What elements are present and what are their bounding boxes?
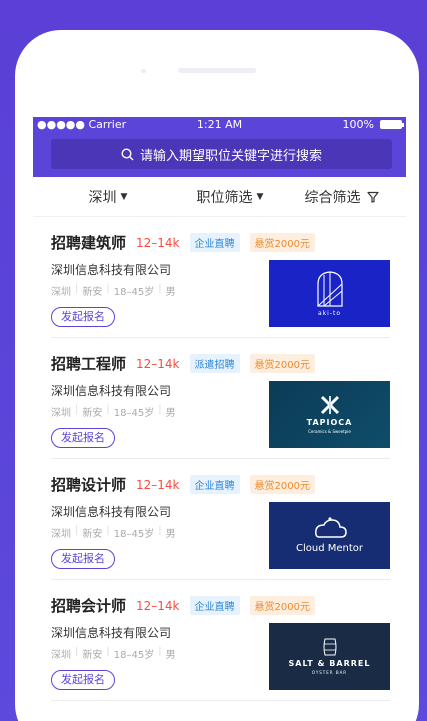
reward-tag: 悬赏2000元 xyxy=(249,354,315,373)
phone-sensor xyxy=(141,69,146,73)
city-filter[interactable]: 深圳 ▼ xyxy=(33,187,183,207)
meta-age: 18–45岁 xyxy=(113,408,155,419)
job-title: 招聘工程师 xyxy=(51,355,127,373)
reward-tag: 悬赏2000元 xyxy=(249,233,315,252)
meta-gender: 男 xyxy=(165,529,176,540)
overall-filter[interactable]: 综合筛选 xyxy=(277,187,406,207)
meta-city: 深圳 xyxy=(51,287,71,298)
logo-wordmark: Cloud Mentor xyxy=(295,543,363,554)
apply-button[interactable]: 发起报名 xyxy=(51,670,115,690)
caret-down-icon: ▼ xyxy=(120,191,128,202)
meta-gender: 男 xyxy=(165,408,176,419)
job-title-row: 招聘会计师 12–14k 企业直聘 悬赏2000元 xyxy=(51,595,315,616)
position-filter[interactable]: 职位筛选 ▼ xyxy=(183,187,277,207)
job-title: 招聘会计师 xyxy=(51,597,127,615)
salary: 12–14k xyxy=(136,477,180,492)
job-meta: 深圳 | 新安 | 18–45岁 | 男 xyxy=(51,404,176,419)
meta-gender: 男 xyxy=(165,650,176,661)
salary: 12–14k xyxy=(136,235,180,250)
job-title-row: 招聘工程师 12–14k 派遣招聘 悬赏2000元 xyxy=(51,353,315,374)
phone-speaker xyxy=(178,68,256,73)
apply-button[interactable]: 发起报名 xyxy=(51,549,115,569)
type-tag: 企业直聘 xyxy=(189,475,240,494)
funnel-icon xyxy=(366,191,379,203)
meta-city: 深圳 xyxy=(51,408,71,419)
job-title-row: 招聘建筑师 12–14k 企业直聘 悬赏2000元 xyxy=(51,232,315,253)
type-tag: 派遣招聘 xyxy=(189,354,240,373)
company-logo: aki-to xyxy=(269,260,390,327)
meta-district: 新安 xyxy=(82,287,103,298)
search-placeholder: 请输入期望职位关键字进行搜索 xyxy=(139,148,322,164)
search-bar: 请输入期望职位关键字进行搜索 xyxy=(33,132,406,177)
meta-age: 18–45岁 xyxy=(113,650,155,661)
overall-filter-label: 综合筛选 xyxy=(304,189,361,206)
status-bar: ●●●●● Carrier 1:21 AM 100% xyxy=(33,117,406,132)
company-name: 深圳信息科技有限公司 xyxy=(51,263,172,277)
job-meta: 深圳 | 新安 | 18–45岁 | 男 xyxy=(51,525,176,540)
caret-down-icon: ▼ xyxy=(256,191,264,202)
meta-district: 新安 xyxy=(82,650,103,661)
app-screen: ●●●●● Carrier 1:21 AM 100% 请输入期望职位关键字进行搜… xyxy=(33,117,406,721)
salary: 12–14k xyxy=(136,598,180,613)
battery-icon xyxy=(380,120,404,129)
company-name: 深圳信息科技有限公司 xyxy=(51,626,172,640)
company-logo: Cloud Mentor xyxy=(269,502,390,569)
cloud-icon xyxy=(314,517,347,538)
job-card[interactable]: 招聘工程师 12–14k 派遣招聘 悬赏2000元 深圳信息科技有限公司 深圳 |… xyxy=(51,338,390,459)
filter-bar: 深圳 ▼ 职位筛选 ▼ 综合筛选 xyxy=(33,177,406,217)
akito-logo-icon xyxy=(316,271,343,307)
search-input[interactable]: 请输入期望职位关键字进行搜索 xyxy=(51,139,392,169)
job-card[interactable]: 招聘会计师 12–14k 企业直聘 悬赏2000元 深圳信息科技有限公司 深圳 |… xyxy=(51,580,390,701)
logo-wordmark: TAPIOCA xyxy=(306,418,353,427)
logo-wordmark: SALT & BARREL xyxy=(288,659,371,668)
job-title-row: 招聘设计师 12–14k 企业直聘 悬赏2000元 xyxy=(51,474,315,495)
company-logo: SALT & BARREL OYSTER BAR xyxy=(269,623,390,690)
type-tag: 企业直聘 xyxy=(189,596,240,615)
job-meta: 深圳 | 新安 | 18–45岁 | 男 xyxy=(51,646,176,661)
battery-percent: 100% xyxy=(342,118,374,131)
meta-age: 18–45岁 xyxy=(113,287,155,298)
tapioca-logo-icon xyxy=(320,395,339,415)
barrel-icon xyxy=(323,638,336,656)
reward-tag: 悬赏2000元 xyxy=(249,596,315,615)
salary: 12–14k xyxy=(136,356,180,371)
company-logo: TAPIOCA Ceramics & Sweetpie xyxy=(269,381,390,448)
company-name: 深圳信息科技有限公司 xyxy=(51,505,172,519)
apply-button[interactable]: 发起报名 xyxy=(51,428,115,448)
job-title: 招聘建筑师 xyxy=(51,234,127,252)
meta-city: 深圳 xyxy=(51,650,71,661)
job-card[interactable]: 招聘建筑师 12–14k 企业直聘 悬赏2000元 深圳信息科技有限公司 深圳 |… xyxy=(51,217,390,338)
logo-tagline: OYSTER BAR xyxy=(311,670,348,675)
city-filter-label: 深圳 xyxy=(88,189,117,206)
logo-tagline: Ceramics & Sweetpie xyxy=(308,429,351,434)
job-meta: 深圳 | 新安 | 18–45岁 | 男 xyxy=(51,283,176,298)
company-name: 深圳信息科技有限公司 xyxy=(51,384,172,398)
meta-district: 新安 xyxy=(82,529,103,540)
search-icon xyxy=(121,147,134,161)
job-title: 招聘设计师 xyxy=(51,476,127,494)
meta-district: 新安 xyxy=(82,408,103,419)
reward-tag: 悬赏2000元 xyxy=(249,475,315,494)
apply-button[interactable]: 发起报名 xyxy=(51,307,115,327)
type-tag: 企业直聘 xyxy=(189,233,240,252)
meta-city: 深圳 xyxy=(51,529,71,540)
logo-wordmark: aki-to xyxy=(317,310,341,317)
position-filter-label: 职位筛选 xyxy=(196,189,253,206)
meta-gender: 男 xyxy=(165,287,176,298)
meta-age: 18–45岁 xyxy=(113,529,155,540)
job-card[interactable]: 招聘设计师 12–14k 企业直聘 悬赏2000元 深圳信息科技有限公司 深圳 |… xyxy=(51,459,390,580)
